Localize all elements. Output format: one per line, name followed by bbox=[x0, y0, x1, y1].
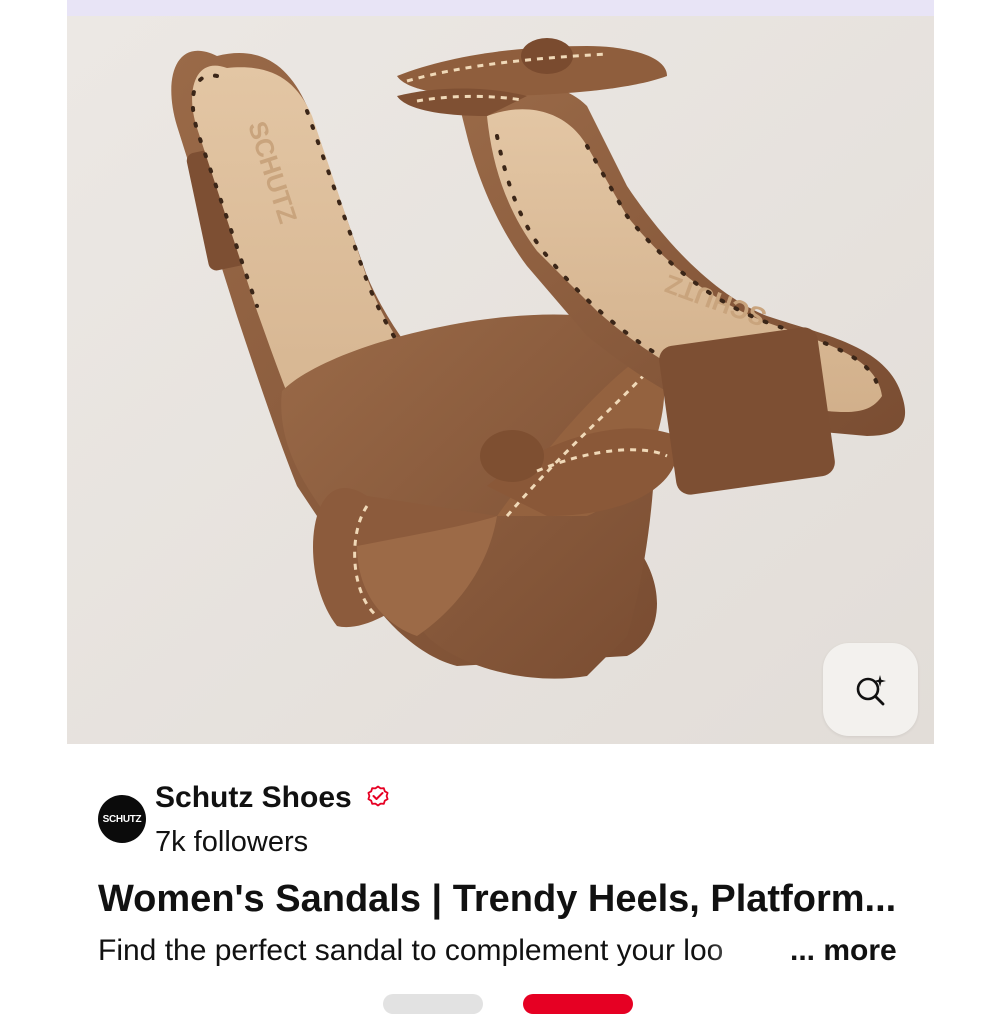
follower-count: 7k followers bbox=[155, 826, 309, 858]
pin-title[interactable]: Women's Sandals | Trendy Heels, Platform… bbox=[98, 878, 908, 921]
pin-image[interactable]: SCHUTZ SCHUTZ bbox=[67, 16, 934, 744]
creator-avatar[interactable]: SCHUTZ bbox=[98, 795, 146, 843]
primary-action-button[interactable] bbox=[523, 994, 633, 1014]
more-link[interactable]: ... more bbox=[790, 934, 897, 968]
visual-search-sparkle-icon bbox=[856, 674, 886, 705]
visual-search-button[interactable] bbox=[823, 643, 918, 736]
avatar-text: SCHUTZ bbox=[102, 813, 142, 825]
secondary-action-button[interactable] bbox=[383, 994, 483, 1014]
previous-pin-edge bbox=[67, 0, 934, 16]
creator-name[interactable]: Schutz Shoes bbox=[155, 781, 352, 815]
pin-description-row: Find the perfect sandal to complement yo… bbox=[98, 934, 908, 974]
pin-description: Find the perfect sandal to complement yo… bbox=[98, 934, 724, 967]
verified-badge-icon bbox=[367, 785, 389, 807]
